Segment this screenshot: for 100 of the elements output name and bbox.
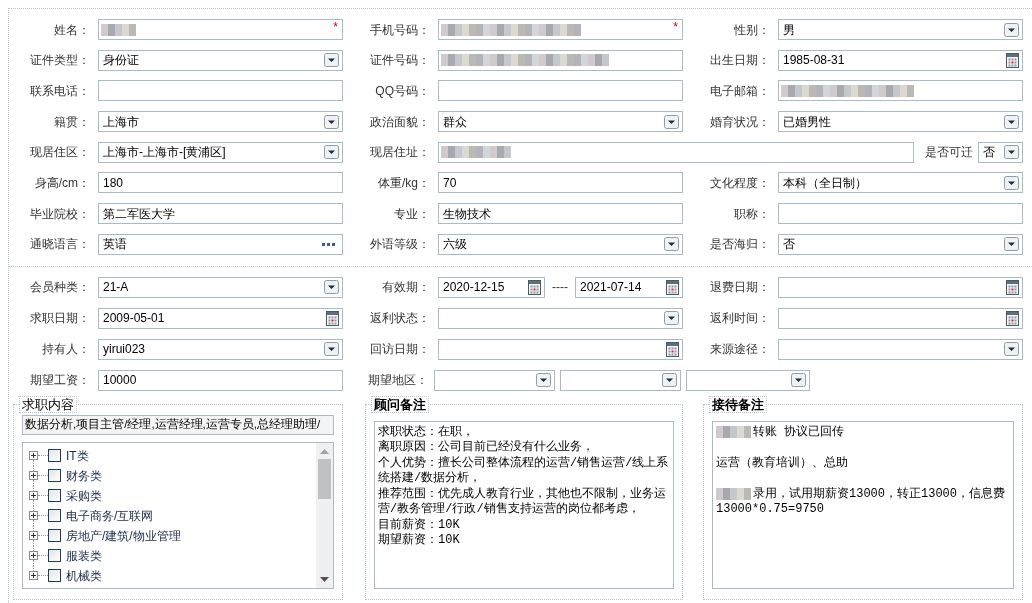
notes-textarea[interactable]: 求职状态：在职， 离职原因：公司目前已经没有什么业务， 个人优势：擅长公司整体流程的运营/销售运营/线上系统搭建/数据分析， 推荐范围：优先成人教育行业，其他也不限制，业务运营/教务管理/行政/销售支持运营的岗位都考虑， 目前薪资：10K 期望薪资：10K bbox=[374, 420, 674, 589]
date-field[interactable]: 2009-05-01 bbox=[98, 307, 343, 329]
dropdown-button[interactable] bbox=[662, 373, 677, 388]
date-field[interactable]: 2021-07-14 bbox=[575, 276, 683, 298]
group-legend: 接待备注 bbox=[709, 395, 767, 413]
text-field[interactable]: * bbox=[438, 19, 683, 40]
date-field[interactable] bbox=[778, 276, 1023, 298]
expand-plus-icon[interactable] bbox=[29, 551, 38, 561]
dropdown-field[interactable]: 上海市 bbox=[98, 111, 343, 133]
date-field[interactable] bbox=[438, 338, 683, 360]
text-field[interactable] bbox=[438, 80, 683, 102]
tree-item[interactable]: 房地产/建筑/物业管理 bbox=[66, 526, 181, 545]
ellipsis-icon[interactable] bbox=[322, 242, 335, 246]
dropdown-button[interactable] bbox=[1004, 342, 1019, 357]
date-field[interactable] bbox=[778, 307, 1023, 329]
tree-item[interactable]: 采购类 bbox=[66, 486, 102, 505]
dropdown-field[interactable]: 六级 bbox=[438, 233, 683, 255]
dropdown-button[interactable] bbox=[1004, 22, 1019, 37]
dropdown-field[interactable]: 本科（全日制） bbox=[778, 172, 1023, 194]
tree-item[interactable]: 机械类 bbox=[66, 566, 102, 585]
checkbox[interactable] bbox=[48, 449, 61, 463]
text-field[interactable]: 生物技术 bbox=[438, 203, 683, 225]
dropdown-button[interactable] bbox=[1004, 237, 1019, 252]
dropdown-field[interactable]: yirui023 bbox=[98, 338, 343, 360]
dropdown-field[interactable] bbox=[560, 369, 681, 391]
dropdown-button[interactable] bbox=[324, 280, 339, 295]
tree-item[interactable]: 电子商务/互联网 bbox=[66, 506, 154, 525]
checkbox[interactable] bbox=[48, 509, 61, 523]
dropdown-button[interactable] bbox=[1004, 145, 1019, 160]
text-field[interactable]: 数据分析,项目主管/经理,运营经理,运营专员,总经理助理/ bbox=[22, 414, 334, 435]
notes-textarea[interactable]: 转账 协议已回传 运营（教育培训）、总助 录用，试用期薪资13000，转正13000，信息费13000*0.75=9750 bbox=[712, 420, 1014, 589]
checkbox[interactable] bbox=[48, 549, 61, 563]
dropdown-field[interactable]: 群众 bbox=[438, 111, 683, 133]
dropdown-button[interactable] bbox=[324, 53, 339, 68]
note-text: 录用，试用期薪资13000，转正13000，信息费13000*0.75=9750 bbox=[716, 486, 1005, 517]
field-label: 文化程度： bbox=[709, 174, 771, 192]
date-field[interactable]: 1985-08-31 bbox=[778, 49, 1023, 71]
field-label: 姓名： bbox=[53, 21, 91, 39]
dropdown-button[interactable] bbox=[1004, 175, 1019, 190]
dropdown-button[interactable] bbox=[664, 237, 679, 252]
text-field[interactable] bbox=[778, 80, 1023, 102]
text-field[interactable]: 70 bbox=[438, 172, 683, 194]
dropdown-button[interactable] bbox=[791, 373, 806, 388]
tree-item[interactable]: 服装类 bbox=[66, 546, 102, 565]
field-label: 手机号码： bbox=[369, 21, 431, 39]
dropdown-button[interactable] bbox=[1004, 114, 1019, 129]
expand-plus-icon[interactable] bbox=[29, 571, 38, 581]
field-label: 出生日期： bbox=[709, 52, 771, 70]
scroll-down-arrow-icon[interactable] bbox=[320, 576, 329, 582]
dropdown-field[interactable] bbox=[686, 369, 810, 391]
text-field[interactable] bbox=[98, 80, 343, 102]
text-field[interactable]: * bbox=[98, 19, 343, 40]
dropdown-field[interactable] bbox=[434, 369, 555, 391]
expand-plus-icon[interactable] bbox=[29, 531, 38, 541]
calendar-icon[interactable] bbox=[666, 279, 679, 295]
note-text: 转账 协议已回传 bbox=[753, 424, 845, 439]
checkbox[interactable] bbox=[48, 489, 61, 503]
tree-item[interactable]: 财务类 bbox=[66, 466, 102, 485]
checkbox[interactable] bbox=[48, 469, 61, 483]
dropdown-field[interactable]: 身份证 bbox=[98, 49, 343, 71]
dropdown-field[interactable]: 上海市-上海市-[黄浦区] bbox=[98, 141, 343, 163]
dropdown-button[interactable] bbox=[324, 145, 339, 160]
dropdown-field[interactable]: 男 bbox=[778, 19, 1023, 40]
field-label: 毕业院校： bbox=[29, 205, 91, 223]
calendar-icon[interactable] bbox=[1006, 279, 1019, 295]
expand-plus-icon[interactable] bbox=[29, 511, 38, 521]
date-field[interactable]: 2020-12-15 bbox=[438, 276, 545, 298]
checkbox[interactable] bbox=[48, 529, 61, 543]
field-label: 证件号码： bbox=[369, 52, 431, 70]
calendar-icon[interactable] bbox=[326, 310, 339, 326]
dropdown-button[interactable] bbox=[536, 373, 551, 388]
calendar-icon[interactable] bbox=[1006, 52, 1019, 68]
calendar-icon[interactable] bbox=[1006, 310, 1019, 326]
calendar-icon[interactable] bbox=[528, 279, 541, 295]
dropdown-field[interactable] bbox=[438, 307, 683, 329]
text-field[interactable]: 180 bbox=[98, 172, 343, 194]
checkbox[interactable] bbox=[48, 569, 61, 583]
dropdown-field[interactable]: 21-A bbox=[98, 276, 343, 298]
dropdown-field[interactable] bbox=[778, 338, 1023, 360]
group-legend: 顾问备注 bbox=[371, 395, 429, 413]
dropdown-field[interactable]: 否 bbox=[978, 141, 1023, 163]
text-field[interactable] bbox=[438, 141, 914, 163]
dropdown-field[interactable]: 已婚男性 bbox=[778, 111, 1023, 133]
dropdown-button[interactable] bbox=[664, 114, 679, 129]
expand-plus-icon[interactable] bbox=[29, 471, 38, 481]
dropdown-button[interactable] bbox=[324, 342, 339, 357]
lookup-field[interactable]: 英语 bbox=[98, 233, 343, 255]
tree-item[interactable]: IT类 bbox=[66, 446, 89, 465]
text-field[interactable] bbox=[778, 203, 1023, 225]
text-field[interactable]: 10000 bbox=[98, 369, 343, 391]
scrollbar-thumb[interactable] bbox=[318, 458, 331, 499]
dropdown-button[interactable] bbox=[664, 311, 679, 326]
expand-plus-icon[interactable] bbox=[29, 451, 38, 461]
calendar-icon[interactable] bbox=[666, 341, 679, 357]
expand-plus-icon[interactable] bbox=[29, 491, 38, 501]
dropdown-field[interactable]: 否 bbox=[778, 233, 1023, 255]
text-field[interactable] bbox=[438, 49, 683, 71]
note-line: 期望薪资：10K bbox=[378, 533, 461, 549]
text-field[interactable]: 第二军医大学 bbox=[98, 203, 343, 225]
dropdown-button[interactable] bbox=[324, 114, 339, 129]
